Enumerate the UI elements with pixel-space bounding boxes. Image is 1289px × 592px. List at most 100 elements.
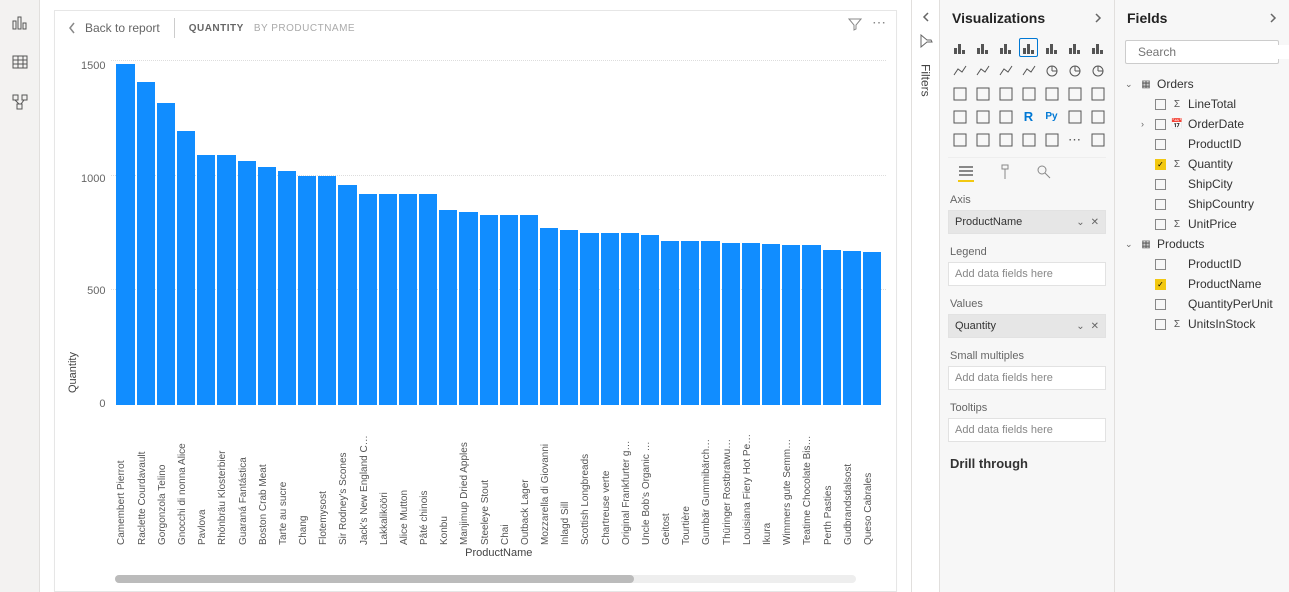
field-quantityperunit[interactable]: QuantityPerUnit <box>1123 294 1281 314</box>
viz-type-icon[interactable] <box>1065 61 1084 80</box>
legend-well[interactable]: Add data fields here <box>948 262 1106 286</box>
viz-type-icon[interactable] <box>1019 38 1038 57</box>
table-products[interactable]: ⌄▦Products <box>1123 234 1281 254</box>
viz-type-icon[interactable] <box>1019 130 1038 149</box>
viz-type-icon[interactable] <box>950 130 969 149</box>
fields-search[interactable] <box>1125 40 1279 64</box>
field-quantity[interactable]: ✓ΣQuantity <box>1123 154 1281 174</box>
bar[interactable] <box>217 155 235 405</box>
viz-type-icon[interactable]: R <box>1019 107 1038 126</box>
viz-type-icon[interactable]: ⋯ <box>1065 130 1084 149</box>
viz-type-icon[interactable] <box>1065 38 1084 57</box>
viz-type-icon[interactable] <box>1042 38 1061 57</box>
bar[interactable] <box>560 230 578 405</box>
field-linetotal[interactable]: ΣLineTotal <box>1123 94 1281 114</box>
chevron-down-icon[interactable]: ⌄ <box>1076 217 1084 228</box>
viz-type-icon[interactable] <box>1042 84 1061 103</box>
model-view-icon[interactable] <box>8 90 32 114</box>
bar[interactable] <box>480 215 498 405</box>
chart-plot-area[interactable] <box>111 55 886 405</box>
table-orders[interactable]: ⌄▦Orders <box>1123 74 1281 94</box>
bar[interactable] <box>580 233 598 406</box>
bar[interactable] <box>863 252 881 405</box>
chevron-right-icon[interactable] <box>1092 12 1104 24</box>
viz-type-icon[interactable] <box>996 61 1015 80</box>
viz-type-icon[interactable] <box>1019 61 1038 80</box>
bar[interactable] <box>823 250 841 405</box>
viz-type-icon[interactable] <box>973 84 992 103</box>
field-shipcity[interactable]: ShipCity <box>1123 174 1281 194</box>
bar[interactable] <box>722 243 740 405</box>
viz-type-icon[interactable] <box>1042 130 1061 149</box>
analytics-tab-icon[interactable] <box>1036 164 1052 182</box>
bar[interactable] <box>802 245 820 405</box>
viz-type-icon[interactable] <box>1042 61 1061 80</box>
bar[interactable] <box>762 244 780 405</box>
viz-type-icon[interactable] <box>1065 107 1084 126</box>
bar[interactable] <box>197 155 215 405</box>
bar[interactable] <box>439 210 457 405</box>
viz-type-icon[interactable] <box>996 107 1015 126</box>
field-unitsinstock[interactable]: ΣUnitsInStock <box>1123 314 1281 334</box>
axis-well[interactable]: ProductName ⌄✕ <box>948 210 1106 234</box>
expand-left-icon[interactable] <box>919 10 933 24</box>
bar[interactable] <box>318 176 336 405</box>
bar[interactable] <box>641 235 659 405</box>
bar[interactable] <box>298 176 316 405</box>
viz-type-icon[interactable] <box>950 107 969 126</box>
remove-icon[interactable]: ✕ <box>1091 321 1099 332</box>
viz-type-icon[interactable] <box>1088 130 1107 149</box>
data-view-icon[interactable] <box>8 50 32 74</box>
viz-type-icon[interactable] <box>1088 107 1107 126</box>
back-to-report[interactable]: Back to report <box>67 21 160 35</box>
values-well[interactable]: Quantity ⌄✕ <box>948 314 1106 338</box>
chevron-right-icon[interactable] <box>1267 12 1279 24</box>
bar[interactable] <box>177 131 195 405</box>
chart-card[interactable]: ⋯ Back to report QUANTITY BY PRODUCTNAME… <box>54 10 897 592</box>
field-unitprice[interactable]: ΣUnitPrice <box>1123 214 1281 234</box>
bar[interactable] <box>540 228 558 405</box>
bar[interactable] <box>601 233 619 406</box>
viz-type-icon[interactable] <box>950 38 969 57</box>
field-orderdate[interactable]: ›📅OrderDate <box>1123 114 1281 134</box>
viz-type-icon[interactable] <box>950 84 969 103</box>
bar[interactable] <box>238 161 256 405</box>
search-input[interactable] <box>1138 45 1289 59</box>
remove-icon[interactable]: ✕ <box>1091 217 1099 228</box>
bar[interactable] <box>843 251 861 405</box>
bar[interactable] <box>137 82 155 405</box>
report-view-icon[interactable] <box>8 10 32 34</box>
horizontal-scrollbar[interactable] <box>115 575 856 583</box>
viz-type-icon[interactable] <box>1088 38 1107 57</box>
format-tab-icon[interactable] <box>998 164 1012 182</box>
field-productname[interactable]: ✓ProductName <box>1123 274 1281 294</box>
viz-type-icon[interactable] <box>996 38 1015 57</box>
viz-type-icon[interactable] <box>1065 84 1084 103</box>
bar[interactable] <box>520 215 538 405</box>
viz-type-icon[interactable] <box>1088 61 1107 80</box>
viz-type-icon[interactable] <box>996 130 1015 149</box>
bar[interactable] <box>419 194 437 405</box>
bar[interactable] <box>157 103 175 405</box>
small-multiples-well[interactable]: Add data fields here <box>948 366 1106 390</box>
field-shipcountry[interactable]: ShipCountry <box>1123 194 1281 214</box>
filters-pane-collapsed[interactable]: Filters <box>911 0 939 592</box>
field-productid[interactable]: ProductID <box>1123 254 1281 274</box>
field-productid[interactable]: ProductID <box>1123 134 1281 154</box>
tooltips-well[interactable]: Add data fields here <box>948 418 1106 442</box>
viz-type-icon[interactable] <box>950 61 969 80</box>
bar[interactable] <box>399 194 417 405</box>
bar[interactable] <box>701 241 719 405</box>
bar[interactable] <box>661 241 679 405</box>
bar[interactable] <box>681 241 699 405</box>
bar[interactable] <box>338 185 356 405</box>
viz-type-icon[interactable] <box>973 107 992 126</box>
bar[interactable] <box>379 194 397 405</box>
bar[interactable] <box>621 233 639 406</box>
viz-type-icon[interactable] <box>1019 84 1038 103</box>
bar[interactable] <box>742 243 760 405</box>
chevron-down-icon[interactable]: ⌄ <box>1076 321 1084 332</box>
viz-type-icon[interactable] <box>973 38 992 57</box>
bar[interactable] <box>500 215 518 405</box>
viz-type-icon[interactable]: Py <box>1042 107 1061 126</box>
